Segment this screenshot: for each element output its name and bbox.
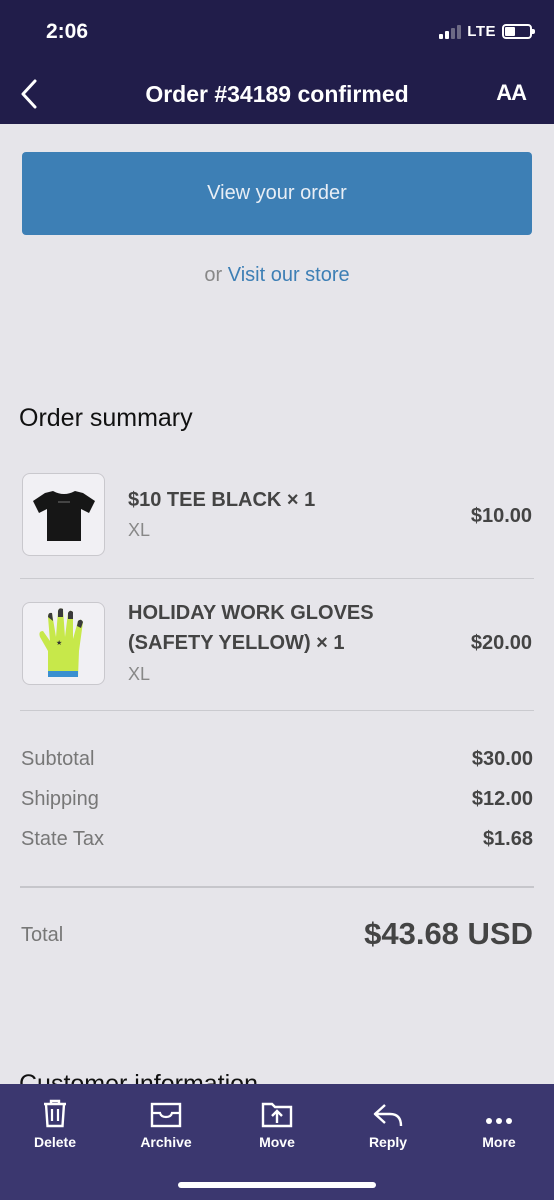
cost-label: Subtotal <box>21 748 95 770</box>
text-size-button[interactable]: AA <box>496 80 527 106</box>
archive-button[interactable]: Archive <box>121 1096 211 1150</box>
cost-value: $1.68 <box>482 828 533 850</box>
network-type: LTE <box>467 23 496 40</box>
delete-button[interactable]: Delete <box>10 1096 100 1150</box>
store-prompt: or Visit our store <box>0 264 554 287</box>
trash-icon <box>44 1099 66 1128</box>
text-size-label: AA <box>496 80 527 105</box>
cost-label: State Tax <box>21 828 105 850</box>
more-button[interactable]: More <box>454 1096 544 1150</box>
order-summary-heading: Order summary <box>19 404 193 432</box>
yellow-glove-icon: ★ <box>38 607 83 677</box>
battery-icon <box>502 24 535 39</box>
item-price: $20.00 <box>470 632 532 654</box>
item-variant: XL <box>128 520 151 540</box>
archive-label: Archive <box>140 1134 192 1150</box>
subtotal-row: Subtotal $30.00 <box>20 748 534 778</box>
item-price: $10.00 <box>470 505 532 527</box>
item-divider <box>20 578 534 579</box>
cost-value: $30.00 <box>471 748 533 770</box>
delete-label: Delete <box>33 1134 77 1150</box>
item-name: HOLIDAY WORK GLOVES (SAFETY YELLOW) × 1 <box>128 598 374 658</box>
view-order-button[interactable]: View your order <box>22 152 532 235</box>
cost-value: $12.00 <box>471 788 533 810</box>
customer-information-heading: Customer information <box>19 1070 258 1084</box>
archive-icon <box>150 1102 182 1128</box>
reply-icon <box>373 1104 403 1127</box>
total-value: $43.68 USD <box>364 916 533 951</box>
tax-row: State Tax $1.68 <box>20 828 534 858</box>
item-thumbnail: ★ <box>22 602 105 685</box>
more-label: More <box>482 1134 516 1150</box>
order-item: ★ HOLIDAY WORK GLOVES (SAFETY YELLOW) × … <box>20 602 534 692</box>
move-button[interactable]: Move <box>232 1096 322 1150</box>
store-prompt-prefix: or <box>204 264 228 286</box>
item-divider <box>20 710 534 711</box>
status-bar: 2:06 LTE <box>0 0 554 64</box>
reply-button[interactable]: Reply <box>343 1096 433 1150</box>
home-indicator[interactable] <box>178 1182 376 1188</box>
more-icon <box>486 1118 512 1124</box>
shipping-row: Shipping $12.00 <box>20 788 534 818</box>
cost-label: Shipping <box>21 788 99 810</box>
reply-label: Reply <box>368 1134 408 1150</box>
total-divider <box>20 886 534 888</box>
total-label: Total <box>21 924 64 946</box>
item-name: $10 TEE BLACK × 1 <box>128 489 316 511</box>
svg-text:★: ★ <box>56 639 62 647</box>
email-body[interactable]: View your order or Visit our store Order… <box>0 124 554 1084</box>
item-variant: XL <box>128 664 151 684</box>
status-indicators: LTE <box>439 23 535 40</box>
signal-strength-icon <box>439 24 462 39</box>
move-label: Move <box>259 1134 295 1150</box>
item-name-line1: HOLIDAY WORK GLOVES <box>128 602 374 624</box>
visit-store-link[interactable]: Visit our store <box>228 264 350 286</box>
item-name-line2: (SAFETY YELLOW) × 1 <box>128 632 345 654</box>
black-tshirt-icon <box>32 490 95 541</box>
item-thumbnail <box>22 473 105 556</box>
status-time: 2:06 <box>46 20 89 43</box>
order-item: $10 TEE BLACK × 1 XL $10.00 <box>20 473 534 557</box>
page-title: Order #34189 confirmed <box>145 81 409 107</box>
move-folder-icon <box>261 1102 293 1128</box>
nav-bar: Order #34189 confirmed AA <box>0 64 554 124</box>
